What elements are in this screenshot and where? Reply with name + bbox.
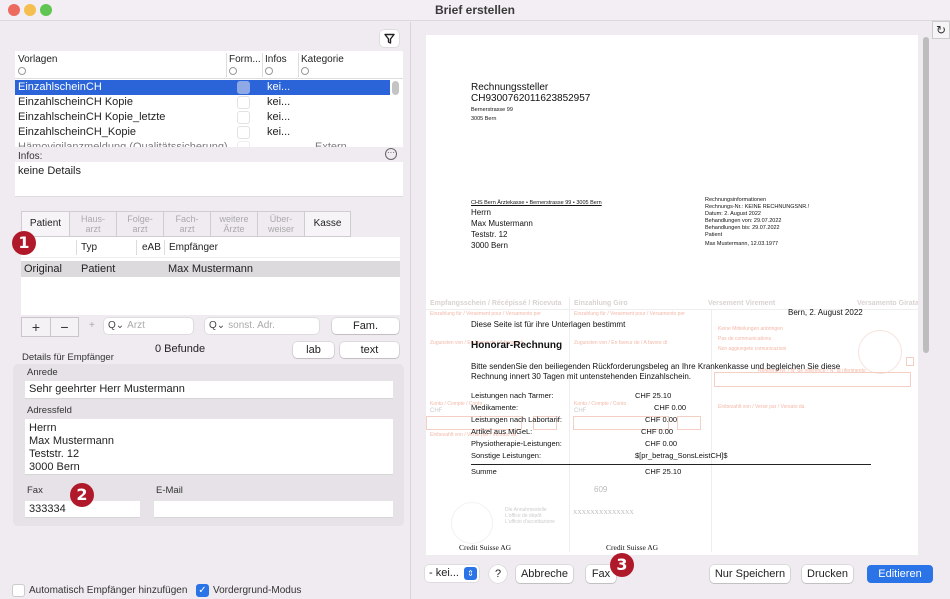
reload-icon: ↻ — [935, 23, 947, 37]
save-only-button[interactable]: Nur Speichern — [710, 565, 790, 583]
sender-iban: CH9300762011623852957 — [471, 93, 591, 104]
arzt-search-input[interactable]: Q⌄ Arzt — [104, 318, 193, 334]
address-field[interactable]: Herrn Max Mustermann Teststr. 12 3000 Be… — [25, 419, 393, 475]
title-bar: Brief erstellen — [0, 0, 950, 21]
remove-recipient-button[interactable]: − — [49, 318, 78, 336]
filter-button[interactable] — [380, 30, 399, 47]
print-button[interactable]: Drucken — [802, 565, 853, 583]
other-address-search-input[interactable]: Q⌄ sonst. Adr. — [205, 318, 319, 334]
template-row[interactable]: EinzahlscheinCH kei... — [15, 80, 390, 95]
callout-badge-1: 1 — [12, 231, 36, 255]
callout-badge-2: 2 — [70, 483, 94, 507]
form-checkbox[interactable] — [237, 96, 250, 109]
form-checkbox[interactable] — [237, 141, 250, 147]
cancel-button[interactable]: Abbreche — [516, 565, 573, 583]
left-pane: Vorlagen Form... Infos Kategorie Einzahl… — [0, 22, 411, 599]
return-address: CHS Bern Ärztekasse • Bernerstrasse 99 •… — [471, 200, 602, 206]
infos-label: Infos: — [18, 151, 43, 162]
invoice-info-block: Rechnungsinformationen Rechnungs-Nr.: KE… — [705, 197, 810, 247]
form-checkbox[interactable] — [237, 111, 250, 124]
auto-recipient-label: Automatisch Empfänger hinzufügen — [29, 585, 188, 596]
invoice-item-value: $[pr_betrag_SonsLeistCH]$ — [635, 451, 728, 460]
sender-title: Rechnungssteller — [471, 82, 549, 93]
email-label: E-Mail — [156, 485, 183, 496]
lab-button[interactable]: lab — [293, 342, 334, 358]
anrede-field[interactable]: Sehr geehrter Herr Mustermann — [25, 381, 393, 399]
add-recipient-button[interactable]: + — [22, 318, 50, 336]
callout-badge-3: 3 — [610, 553, 634, 577]
text-button[interactable]: text — [340, 342, 399, 358]
invoice-item-label: Leistungen nach Tarmer: — [471, 391, 554, 400]
invoice-item-value: CHF 0.00 — [645, 415, 678, 424]
email-field[interactable] — [154, 501, 393, 518]
invoice-item-label: Physiotherapie-Leistungen: — [471, 439, 562, 448]
recipients-header: Typ eAB Empfänger — [21, 237, 400, 258]
column-header-kategorie[interactable]: Kategorie — [301, 54, 344, 75]
template-row[interactable]: Hämovigilanzmeldung (Qualitätssicherung)… — [15, 140, 390, 147]
form-checkbox[interactable] — [237, 126, 250, 139]
infos-box: keine Details — [15, 162, 403, 197]
templates-table: Vorlagen Form... Infos Kategorie Einzahl… — [15, 51, 403, 147]
filter-radio-icon[interactable] — [301, 67, 309, 75]
invoice-item-label: Leistungen nach Labortarif: — [471, 415, 562, 424]
invoice-item-label: Medikamente: — [471, 403, 519, 412]
reload-button[interactable]: ↻ — [932, 21, 950, 39]
invoice-item-value: CHF 0.00 — [645, 439, 678, 448]
auto-recipient-checkbox[interactable] — [12, 584, 25, 597]
column-header-vorlagen[interactable]: Vorlagen — [18, 54, 57, 75]
form-checkbox[interactable] — [237, 81, 250, 94]
family-button[interactable]: Fam. — [332, 318, 399, 334]
invoice-item-value: CHF 25.10 — [635, 391, 672, 400]
address-label: Adressfeld — [27, 405, 72, 416]
recipient-row[interactable]: Original Patient Max Mustermann — [21, 261, 400, 277]
tab-ueberweiser[interactable]: Über- weiser — [257, 211, 304, 237]
search-icon: Q⌄ — [108, 320, 125, 331]
filter-radio-icon[interactable] — [18, 67, 26, 75]
add-remove-group: + − — [21, 317, 79, 337]
anrede-label: Anrede — [27, 367, 58, 378]
recipient-address: Herrn Max Mustermann Teststr. 12 3000 Be… — [471, 208, 533, 250]
tab-folgearzt[interactable]: Folge- arzt — [116, 211, 163, 237]
foreground-mode-label: Vordergrund-Modus — [213, 585, 302, 596]
small-plus-icon[interactable]: + — [89, 320, 95, 331]
details-title: Details für Empfänger — [22, 352, 114, 363]
templates-scrollbar[interactable] — [392, 81, 399, 95]
invoice-item-value: CHF 0.00 — [654, 403, 687, 412]
letter-preview: Empfangsschein / Récépissé / Ricevuta Ei… — [426, 35, 918, 555]
template-row[interactable]: EinzahlscheinCH Kopie kei... — [15, 95, 390, 110]
filter-radio-icon[interactable] — [265, 67, 273, 75]
invoice-item-value: CHF 0.00 — [641, 427, 674, 436]
help-button[interactable]: ? — [489, 565, 507, 583]
letter-heading: Honorar-Rechnung — [471, 340, 563, 351]
befunde-count: 0 Befunde — [155, 343, 206, 355]
search-icon: Q⌄ — [209, 320, 226, 331]
templates-header: Vorlagen Form... Infos Kategorie — [15, 51, 403, 79]
window-title: Brief erstellen — [434, 3, 516, 17]
tab-facharzt[interactable]: Fach- arzt — [163, 211, 210, 237]
tab-weitere-aerzte[interactable]: weitere Ärzte — [210, 211, 257, 237]
filter-icon — [384, 33, 395, 44]
foreground-mode-checkbox[interactable]: ✓ — [196, 584, 209, 597]
template-row[interactable]: EinzahlscheinCH Kopie_letzte kei... — [15, 110, 390, 125]
tab-hausarzt[interactable]: Haus- arzt — [69, 211, 116, 237]
template-select[interactable]: - kei... ⇕ — [425, 565, 479, 582]
preview-pane: ↻ Empfangsschein / Récépissé / Ricevuta … — [412, 21, 950, 599]
recipient-tabs: Patient Haus- arzt Folge- arzt Fach- arz… — [21, 211, 351, 237]
date-line: Bern, 2. August 2022 — [788, 308, 863, 317]
edit-button[interactable]: Editieren — [867, 565, 933, 583]
more-options-icon[interactable]: ··· — [385, 148, 397, 160]
column-header-infos[interactable]: Infos — [265, 54, 287, 75]
invoice-item-label: Artikel aus MiGeL: — [471, 427, 533, 436]
column-header-form[interactable]: Form... — [229, 54, 261, 75]
tab-kasse[interactable]: Kasse — [304, 211, 351, 237]
invoice-item-label: Sonstige Leistungen: — [471, 451, 542, 460]
chevron-updown-icon: ⇕ — [464, 567, 477, 580]
fax-label: Fax — [27, 485, 43, 496]
recipients-table: Typ eAB Empfänger Original Patient Max M… — [21, 237, 400, 315]
preview-scrollbar[interactable] — [923, 37, 929, 353]
template-row[interactable]: EinzahlscheinCH_Kopie kei... — [15, 125, 390, 140]
filter-radio-icon[interactable] — [229, 67, 237, 75]
